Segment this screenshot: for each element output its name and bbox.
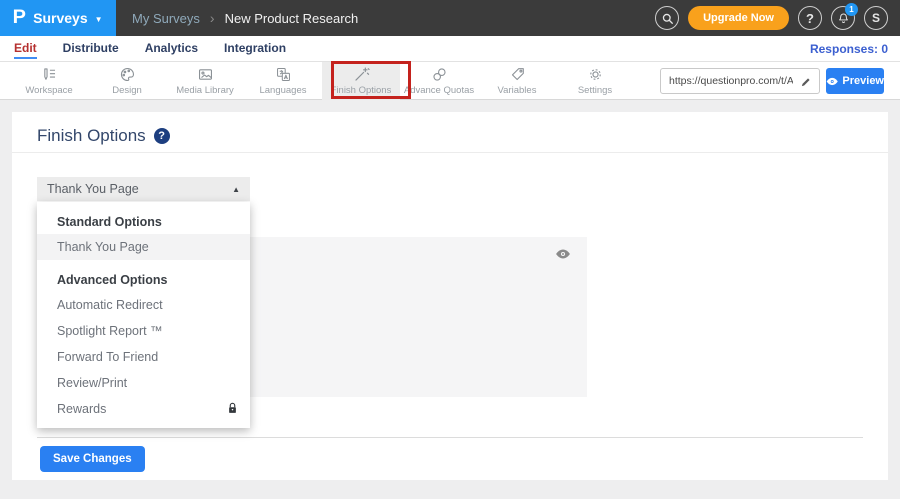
top-navigation-bar: P Surveys ▼ My Surveys › New Product Res… [0, 0, 900, 36]
gear-icon [587, 66, 604, 83]
lock-icon [227, 402, 238, 417]
magic-wand-icon [353, 66, 370, 83]
menu-item-label: Rewards [57, 402, 106, 416]
toolbar-label: Workspace [25, 85, 72, 96]
menu-item-automatic-redirect[interactable]: Automatic Redirect [37, 292, 250, 318]
toolbar-label: Settings [578, 85, 612, 96]
menu-item-label: Review/Print [57, 376, 127, 390]
menu-item-rewards[interactable]: Rewards [37, 396, 250, 422]
tab-integration[interactable]: Integration [224, 38, 286, 59]
upgrade-now-button[interactable]: Upgrade Now [688, 6, 789, 30]
preview-eye-icon[interactable] [555, 247, 571, 265]
menu-item-label: Forward To Friend [57, 350, 158, 364]
page-title-row: Finish Options ? [37, 126, 170, 146]
dropdown-selected-value: Thank You Page [47, 182, 139, 196]
edit-url-pencil-icon[interactable] [800, 75, 812, 93]
menu-item-label: Automatic Redirect [57, 298, 163, 312]
menu-item-spotlight-report[interactable]: Spotlight Report ™ [37, 318, 250, 344]
toolbar-item-languages[interactable]: Languages [244, 62, 322, 100]
preview-label: Preview [842, 75, 884, 87]
upgrade-now-label: Upgrade Now [703, 12, 774, 24]
palette-icon [119, 66, 136, 83]
breadcrumb-current: New Product Research [225, 11, 359, 26]
toolbar-item-variables[interactable]: Variables [478, 62, 556, 100]
finish-option-dropdown[interactable]: Thank You Page ▲ [37, 177, 250, 201]
questionpro-logo-icon: P [13, 7, 26, 29]
tab-distribute[interactable]: Distribute [63, 38, 119, 59]
product-switcher[interactable]: P Surveys ▼ [0, 0, 116, 36]
survey-url-input[interactable] [661, 75, 793, 87]
app-root: P Surveys ▼ My Surveys › New Product Res… [0, 0, 900, 499]
responses-count: Responses: 0 [810, 42, 900, 56]
chain-links-icon [431, 66, 448, 83]
translate-icon [275, 66, 292, 83]
toolbar-item-workspace[interactable]: Workspace [10, 62, 88, 100]
search-icon [661, 12, 674, 25]
finish-option-menu: Standard Options Thank You Page Advanced… [37, 202, 250, 428]
avatar-initial: S [872, 11, 880, 25]
image-icon [197, 66, 214, 83]
toolbar-label: Advance Quotas [404, 85, 474, 96]
toolbar-item-finish-options[interactable]: Finish Options [322, 62, 400, 100]
chevron-down-icon: ▼ [95, 15, 103, 24]
topbar-actions: Upgrade Now ? 1 S [655, 6, 900, 30]
finish-options-panel: Finish Options ? Save Changes Thank You … [12, 112, 888, 480]
menu-item-thank-you-page[interactable]: Thank You Page [37, 234, 250, 260]
eye-icon [826, 75, 838, 88]
breadcrumb-parent[interactable]: My Surveys [132, 11, 200, 26]
avatar[interactable]: S [864, 6, 888, 30]
survey-url-box [660, 68, 820, 94]
menu-group-header: Advanced Options [37, 268, 250, 292]
tag-icon [509, 66, 526, 83]
toolbar-item-design[interactable]: Design [88, 62, 166, 100]
chevron-up-icon: ▲ [232, 185, 240, 194]
sub-navigation: Edit Distribute Analytics Integration Re… [0, 36, 900, 62]
product-name: Surveys [33, 10, 87, 26]
workspace-icon [41, 66, 58, 83]
page-title: Finish Options [37, 126, 146, 146]
title-divider [12, 152, 888, 153]
notification-badge: 1 [845, 3, 858, 16]
save-changes-button[interactable]: Save Changes [40, 446, 145, 472]
toolbar-label: Design [112, 85, 142, 96]
editor-toolbar: Workspace Design Media Library Languages… [0, 62, 900, 100]
menu-item-review-print[interactable]: Review/Print [37, 370, 250, 396]
subnav-tabs: Edit Distribute Analytics Integration [0, 38, 286, 59]
preview-button[interactable]: Preview [826, 68, 884, 94]
toolbar-label: Variables [498, 85, 537, 96]
toolbar-label: Languages [259, 85, 306, 96]
menu-item-forward-to-friend[interactable]: Forward To Friend [37, 344, 250, 370]
save-changes-label: Save Changes [53, 453, 132, 465]
toolbar-label: Finish Options [331, 85, 392, 96]
toolbar-item-media-library[interactable]: Media Library [166, 62, 244, 100]
notifications-button[interactable]: 1 [831, 6, 855, 30]
menu-item-label: Thank You Page [57, 240, 149, 254]
breadcrumb: My Surveys › New Product Research [132, 10, 358, 26]
tab-analytics[interactable]: Analytics [145, 38, 198, 59]
question-mark-icon: ? [806, 11, 814, 26]
toolbar-item-settings[interactable]: Settings [556, 62, 634, 100]
toolbar-item-advance-quotas[interactable]: Advance Quotas [400, 62, 478, 100]
tab-edit[interactable]: Edit [14, 38, 37, 59]
bottom-divider [37, 437, 863, 438]
search-button[interactable] [655, 6, 679, 30]
menu-gap [37, 260, 250, 268]
toolbar-items: Workspace Design Media Library Languages… [10, 62, 634, 100]
help-button[interactable]: ? [798, 6, 822, 30]
breadcrumb-separator-icon: › [210, 10, 215, 26]
help-tooltip-icon[interactable]: ? [154, 128, 170, 144]
menu-item-label: Spotlight Report ™ [57, 324, 163, 338]
toolbar-label: Media Library [176, 85, 234, 96]
menu-group-header: Standard Options [37, 210, 250, 234]
